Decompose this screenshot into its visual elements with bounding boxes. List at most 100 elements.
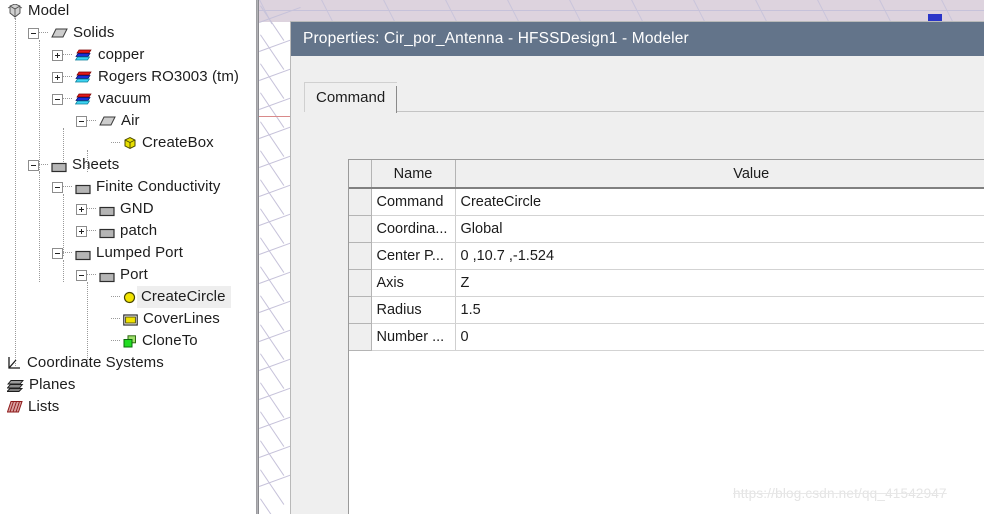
table-row[interactable]: Command CreateCircle: [349, 188, 984, 216]
tree-item-coordinate-systems[interactable]: Coordinate Systems: [0, 352, 164, 374]
project-model-tree[interactable]: Model Solids copper Rogers RO3003 (tm) vacuu…: [0, 0, 256, 514]
row-value-cell[interactable]: CreateCircle: [455, 188, 984, 216]
tree-item-finite-conductivity[interactable]: Finite Conductivity: [0, 176, 220, 198]
tree-expander-collapse[interactable]: [52, 247, 63, 259]
tree-item-lists[interactable]: Lists: [0, 396, 59, 418]
sheet-icon: [99, 204, 115, 216]
tree-item-rogers-ro3003-tm[interactable]: Rogers RO3003 (tm): [0, 66, 239, 88]
tree-item-label: copper: [98, 46, 145, 63]
tree-expander-collapse[interactable]: [76, 115, 87, 127]
tree-item-coverlines[interactable]: CoverLines: [0, 308, 220, 330]
viewport-top-plane: [256, 0, 984, 22]
row-value-cell[interactable]: 0: [455, 323, 984, 351]
tree-item-createcircle[interactable]: CreateCircle: [0, 286, 231, 308]
tree-item-model[interactable]: Model: [0, 0, 69, 22]
planes-icon: [5, 379, 24, 392]
row-value-cell[interactable]: Z: [455, 269, 984, 297]
properties-dialog[interactable]: Properties: Cir_por_Antenna - HFSSDesign…: [291, 22, 984, 514]
table-header-row: Name Value: [349, 160, 984, 189]
tree-expander-collapse[interactable]: [52, 93, 63, 105]
row-selector-cell[interactable]: [349, 269, 372, 297]
row-selector-cell[interactable]: [349, 188, 372, 216]
tree-item-air[interactable]: Air: [0, 110, 140, 132]
lists-icon: [6, 400, 23, 414]
tree-item-label: Planes: [29, 376, 76, 393]
row-selector-cell[interactable]: [349, 323, 372, 351]
tree-item-label: Model: [28, 2, 70, 19]
tree-guide-line: [15, 18, 16, 366]
row-selector-cell[interactable]: [349, 296, 372, 324]
tree-expander-expand[interactable]: [76, 225, 87, 237]
table-row[interactable]: Coordina... Global: [349, 215, 984, 243]
create-circle-icon: [123, 291, 136, 304]
tree-expander-expand[interactable]: [52, 71, 63, 83]
tree-item-solids[interactable]: Solids: [0, 22, 114, 44]
viewport-left-border: [256, 0, 259, 514]
tree-guide-line: [63, 128, 64, 162]
material-stack-icon: [74, 70, 93, 84]
row-value-cell[interactable]: 1.5: [455, 296, 984, 324]
tree-expander-expand[interactable]: [52, 49, 63, 61]
tab-command[interactable]: Command: [304, 82, 398, 113]
column-header-name[interactable]: Name: [371, 160, 456, 189]
tree-guide-line: [63, 260, 64, 282]
tree-item-label: Air: [121, 112, 140, 129]
tree-item-label: CreateBox: [142, 134, 214, 151]
tree-item-label: Lumped Port: [96, 244, 183, 261]
material-stack-icon: [74, 92, 93, 106]
tree-item-label: CloneTo: [142, 332, 198, 349]
tree-item-lumped-port[interactable]: Lumped Port: [0, 242, 183, 264]
sheet-icon: [75, 248, 91, 260]
dialog-title: Properties: Cir_por_Antenna - HFSSDesign…: [303, 30, 689, 47]
property-table: Name Value Command CreateCircle Coordina..…: [349, 160, 984, 351]
tree-item-label: Solids: [73, 24, 115, 41]
tree-guide-line: [87, 282, 88, 360]
sheet-icon: [99, 270, 115, 282]
table-row[interactable]: Center P... 0 ,10.7 ,-1.524: [349, 242, 984, 270]
tree-expander-collapse[interactable]: [76, 269, 87, 281]
material-stack-icon: [74, 48, 93, 62]
row-value-cell[interactable]: 0 ,10.7 ,-1.524: [455, 242, 984, 270]
table-row[interactable]: Radius 1.5: [349, 296, 984, 324]
cover-lines-icon: [123, 313, 138, 326]
dialog-title-bar[interactable]: Properties: Cir_por_Antenna - HFSSDesign…: [291, 22, 984, 56]
row-selector-cell[interactable]: [349, 242, 372, 270]
tree-expander-collapse[interactable]: [28, 27, 39, 39]
row-name-cell: Radius: [371, 296, 456, 324]
tree-item-label: Lists: [28, 398, 60, 415]
viewport-grid-line: [256, 10, 984, 11]
tree-expander-collapse[interactable]: [52, 181, 63, 193]
tree-item-copper[interactable]: copper: [0, 44, 144, 66]
tree-item-sheets[interactable]: Sheets: [0, 154, 119, 176]
clone-to-icon: [123, 334, 137, 348]
tree-item-planes[interactable]: Planes: [0, 374, 75, 396]
column-header-value[interactable]: Value: [455, 160, 984, 189]
watermark-text: https://blog.csdn.net/qq_41542947: [733, 486, 947, 501]
tree-item-port[interactable]: Port: [0, 264, 148, 286]
tree-guide-line: [63, 194, 64, 256]
table-row[interactable]: Number ... 0: [349, 323, 984, 351]
column-header-selector[interactable]: [349, 160, 372, 189]
row-value-cell[interactable]: Global: [455, 215, 984, 243]
property-grid[interactable]: Name Value Command CreateCircle Coordina..…: [348, 159, 984, 514]
tree-item-label: GND: [120, 200, 154, 217]
row-name-cell: Coordina...: [371, 215, 456, 243]
viewport-axis-line: [259, 116, 295, 117]
tree-item-vacuum[interactable]: vacuum: [0, 88, 151, 110]
tree-guide-line: [87, 150, 88, 172]
tree-item-patch[interactable]: patch: [0, 220, 157, 242]
tab-command-label: Command: [316, 89, 386, 106]
tree-item-cloneto[interactable]: CloneTo: [0, 330, 198, 352]
row-name-cell: Command: [371, 188, 456, 216]
tree-expander-expand[interactable]: [76, 203, 87, 215]
viewport-blue-marker: [928, 14, 942, 21]
tree-item-label: patch: [120, 222, 158, 239]
tree-expander-collapse[interactable]: [28, 159, 39, 171]
dialog-body: Command Name Value Command CreateCircle …: [291, 56, 984, 514]
row-selector-cell[interactable]: [349, 215, 372, 243]
tree-item-label: Finite Conductivity: [96, 178, 221, 195]
row-name-cell: Center P...: [371, 242, 456, 270]
tree-item-createbox[interactable]: CreateBox: [0, 132, 214, 154]
tree-item-gnd[interactable]: GND: [0, 198, 154, 220]
table-row[interactable]: Axis Z: [349, 269, 984, 297]
